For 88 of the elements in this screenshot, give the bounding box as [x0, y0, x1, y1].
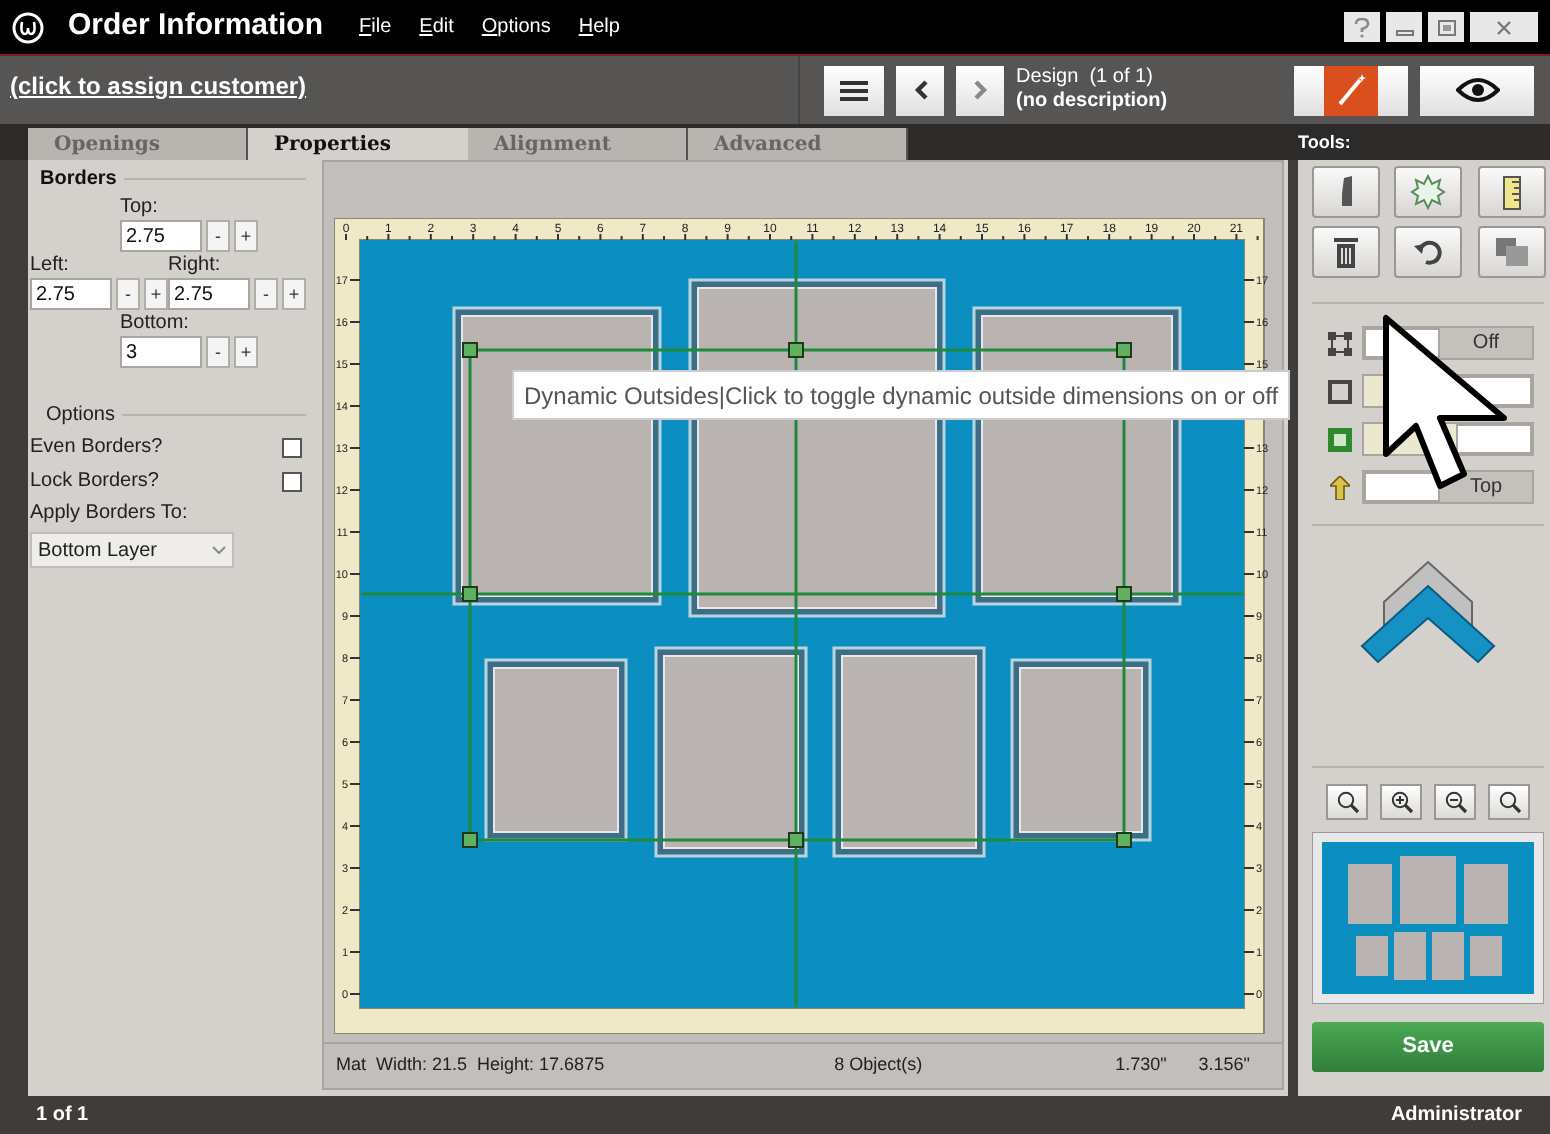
wand-icon — [1337, 74, 1365, 106]
decrement-button[interactable]: - — [206, 336, 230, 368]
design-description: (no description) — [1016, 90, 1168, 114]
logo-icon — [12, 11, 44, 43]
design-mode-button[interactable] — [1294, 65, 1408, 115]
tab[interactable]: Properties — [248, 128, 468, 160]
checkbox[interactable] — [282, 471, 302, 491]
menu-item[interactable]: Edit — [419, 12, 454, 42]
help-icon — [1354, 17, 1370, 37]
field-label: Left: — [30, 252, 71, 278]
toggle-switch[interactable]: Top — [1362, 470, 1534, 504]
knife-button[interactable] — [1312, 166, 1380, 218]
checkbox[interactable] — [282, 437, 302, 457]
menu-item[interactable]: Help — [578, 12, 620, 42]
layers-button[interactable] — [1477, 226, 1546, 278]
minimize-icon — [1395, 30, 1413, 36]
window-title: Order Information — [68, 6, 324, 47]
user-name: Administrator — [1390, 1102, 1522, 1130]
help-button[interactable] — [1344, 12, 1380, 42]
number-field[interactable]: 2.75 — [120, 220, 202, 252]
magnifier-icon — [1335, 790, 1359, 814]
assign-customer-link[interactable]: (click to assign customer) — [10, 68, 307, 104]
trash-icon — [1334, 236, 1358, 268]
zoom-in-button[interactable] — [1380, 784, 1422, 820]
menu-item[interactable]: Options — [481, 12, 551, 42]
section-title: Borders — [40, 166, 117, 194]
decrement-button[interactable]: - — [254, 278, 278, 310]
ruler-icon — [1501, 175, 1522, 209]
zoom-out-icon — [1443, 790, 1467, 814]
ruler-button[interactable] — [1477, 166, 1546, 218]
tools-header: Tools: — [1296, 129, 1353, 155]
chevron-left-icon — [913, 80, 928, 100]
preview-button[interactable] — [1420, 65, 1534, 115]
increment-button[interactable]: + — [234, 336, 258, 368]
page-indicator: 1 of 1 — [36, 1102, 89, 1130]
number-field[interactable]: 2.75 — [168, 278, 250, 310]
checkbox-label: Lock Borders? — [30, 468, 159, 496]
maximize-icon — [1437, 19, 1455, 35]
design-thumbnail[interactable] — [1312, 832, 1544, 1004]
object-count: 8 Object(s) — [834, 1052, 923, 1079]
zoom-in-icon — [1389, 790, 1413, 814]
layers-icon — [1495, 238, 1528, 266]
starburst-icon — [1410, 174, 1447, 210]
caret-icon — [212, 546, 226, 554]
next-button[interactable] — [956, 65, 1005, 115]
minimize-button[interactable] — [1386, 12, 1422, 42]
tooltip: Dynamic Outsides|Click to toggle dynamic outside dimensions on or off — [512, 370, 1291, 420]
magnifier-icon — [1497, 790, 1521, 814]
chevron-right-icon — [973, 80, 988, 100]
increment-button[interactable]: + — [234, 220, 258, 252]
layer-dropdown[interactable]: Bottom Layer — [30, 532, 234, 568]
menu-button[interactable] — [824, 65, 885, 115]
starburst-button[interactable] — [1394, 166, 1463, 218]
close-icon — [1496, 19, 1512, 35]
undo-button[interactable] — [1394, 226, 1463, 278]
field-label: Right: — [168, 252, 223, 278]
zoom-fit-button[interactable] — [1326, 784, 1368, 820]
eye-icon — [1455, 78, 1499, 102]
increment-button[interactable]: + — [144, 278, 168, 310]
mat-dimensions: Mat Width: 21.5 Height: 17.6875 — [336, 1052, 605, 1079]
save-button[interactable]: Save — [1312, 1022, 1544, 1072]
number-field[interactable]: 2.75 — [30, 278, 112, 310]
field-label: Bottom: — [120, 310, 191, 336]
undo-icon — [1414, 238, 1443, 266]
menu-icon — [840, 79, 869, 101]
square-icon — [1328, 427, 1352, 451]
zoom-out-button[interactable] — [1434, 784, 1476, 820]
knife-icon — [1338, 176, 1354, 208]
number-field[interactable]: 3 — [120, 336, 202, 368]
y-coordinate: 3.156" — [1198, 1052, 1250, 1079]
close-button[interactable] — [1470, 12, 1538, 42]
design-title: Design (1 of 1) — [1016, 66, 1155, 90]
zoom-reset-button[interactable] — [1488, 784, 1530, 820]
up-arrow-icon — [1330, 475, 1350, 499]
field-label: Apply Borders To: — [30, 500, 190, 528]
maximize-button[interactable] — [1428, 12, 1464, 42]
increment-button[interactable]: + — [282, 278, 306, 310]
previous-button[interactable] — [896, 65, 945, 115]
section-title: Options — [44, 402, 115, 430]
x-coordinate: 1.730" — [1115, 1052, 1167, 1079]
corners-icon — [1328, 331, 1352, 355]
field-label: Top: — [120, 194, 160, 220]
decrement-button[interactable]: - — [206, 220, 230, 252]
decrement-button[interactable]: - — [116, 278, 140, 310]
frame-icon — [1328, 379, 1352, 403]
checkbox-label: Even Borders? — [30, 434, 163, 462]
menu-item[interactable]: File — [359, 12, 392, 42]
delete-button[interactable] — [1312, 226, 1380, 278]
